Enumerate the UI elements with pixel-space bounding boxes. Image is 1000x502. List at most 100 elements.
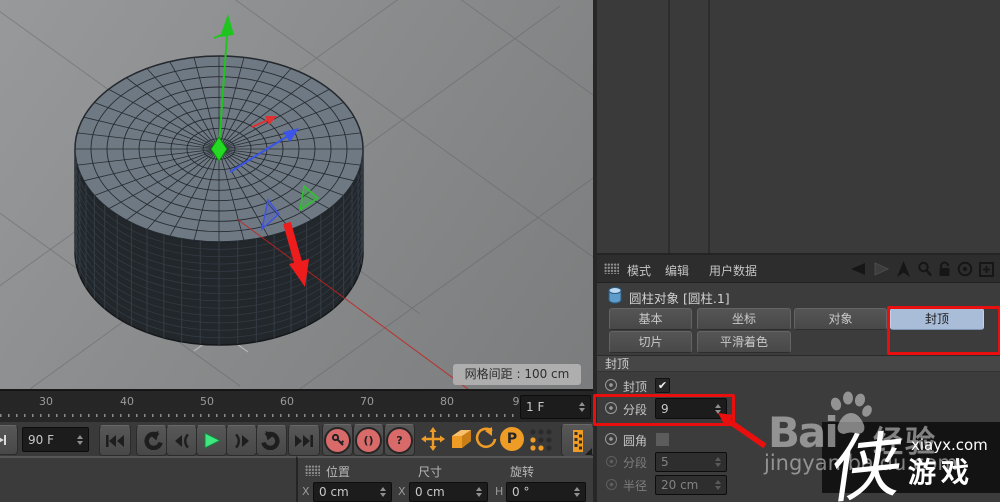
record-parameter-button[interactable]: P bbox=[500, 427, 524, 451]
fillet-segments-anim-dot bbox=[606, 456, 617, 467]
timeline-window-button[interactable] bbox=[561, 424, 594, 457]
fillet-radius-label: 半径 bbox=[623, 479, 648, 493]
fillet-segments-label: 分段 bbox=[623, 456, 648, 470]
lock-icon[interactable] bbox=[938, 261, 951, 277]
rotation-h-stepper[interactable] bbox=[574, 487, 580, 497]
rotation-h-axis: H bbox=[495, 485, 504, 498]
size-header: 尺寸 bbox=[418, 465, 443, 479]
record-position-icon[interactable] bbox=[421, 427, 445, 451]
flyout-corner-icon bbox=[585, 448, 592, 455]
coords-grip-icon[interactable] bbox=[305, 465, 320, 476]
caps-section-header: 封顶 bbox=[597, 355, 1000, 372]
ruler-label: 70 bbox=[360, 395, 374, 408]
position-x-field[interactable]: 0 cm bbox=[313, 482, 392, 502]
play-to-icon bbox=[0, 435, 6, 445]
rotation-header: 旋转 bbox=[510, 465, 535, 479]
end-frame-field[interactable]: 90 F bbox=[22, 427, 89, 452]
position-x-value: 0 cm bbox=[319, 485, 349, 499]
fillet-label: 圆角 bbox=[623, 434, 648, 448]
up-cursor-icon[interactable] bbox=[896, 260, 911, 278]
current-frame-field[interactable]: 1 F bbox=[520, 395, 591, 419]
end-frame-value: 90 F bbox=[28, 432, 54, 447]
current-frame-stepper[interactable] bbox=[579, 402, 585, 412]
om-column-divider bbox=[708, 0, 710, 253]
record-rotation-icon[interactable] bbox=[474, 427, 498, 451]
size-x-field[interactable]: 0 cm bbox=[409, 482, 488, 502]
caps-anim-dot[interactable] bbox=[605, 379, 617, 391]
grid-spacing-label: 网格间距 : 100 cm bbox=[453, 364, 581, 385]
viewport[interactable]: 网格间距 : 100 cm bbox=[0, 0, 594, 391]
size-x-value: 0 cm bbox=[415, 485, 445, 499]
goto-start-button[interactable] bbox=[99, 425, 131, 456]
c4d-window: 网格间距 : 100 cm 模式 编辑 用户数据 圆柱对象 [圆柱.1] 基本 … bbox=[0, 0, 1000, 502]
menu-mode[interactable]: 模式 bbox=[627, 262, 651, 279]
object-manager-panel[interactable] bbox=[597, 0, 1000, 256]
position-x-axis: X bbox=[302, 485, 310, 498]
search-icon[interactable] bbox=[917, 261, 932, 277]
caps-checkbox[interactable]: ✔ bbox=[655, 378, 670, 393]
prev-key-button[interactable] bbox=[136, 425, 167, 456]
prev-frame-button[interactable] bbox=[166, 425, 197, 456]
transport-bar: 90 F () ? P bbox=[0, 422, 594, 457]
tab-basic[interactable]: 基本 bbox=[609, 308, 692, 330]
ruler-label: 80 bbox=[440, 395, 454, 408]
viewport-scene bbox=[0, 0, 594, 390]
filmstrip-icon bbox=[572, 429, 583, 452]
goto-end-button[interactable] bbox=[288, 425, 320, 456]
goto-end-icon bbox=[295, 434, 313, 447]
autokey-icon: () bbox=[355, 426, 382, 454]
position-header: 位置 bbox=[326, 465, 351, 479]
size-x-stepper[interactable] bbox=[476, 487, 482, 497]
object-title: 圆柱对象 [圆柱.1] bbox=[629, 291, 730, 306]
fillet-checkbox[interactable] bbox=[655, 432, 670, 447]
object-title-row: 圆柱对象 [圆柱.1] bbox=[597, 283, 1000, 308]
xia-character-watermark: 侠 bbox=[820, 422, 901, 502]
tab-coord[interactable]: 坐标 bbox=[697, 308, 791, 330]
coordinates-panel: 位置 尺寸 旋转 X 0 cm X 0 cm H 0 ° bbox=[296, 456, 593, 502]
ruler-ticks bbox=[0, 414, 514, 417]
end-frame-stepper[interactable] bbox=[77, 434, 83, 445]
fillet-anim-dot[interactable] bbox=[605, 433, 617, 445]
annotation-arrow-segments bbox=[718, 413, 767, 449]
keyframe-help-button[interactable]: ? bbox=[384, 424, 415, 456]
target-icon[interactable] bbox=[957, 261, 973, 277]
record-keyframe-button[interactable] bbox=[322, 424, 353, 456]
fillet-radius-anim-dot bbox=[606, 479, 617, 490]
current-frame-value: 1 F bbox=[526, 400, 545, 414]
forward-icon[interactable] bbox=[873, 261, 890, 277]
next-key-button[interactable] bbox=[256, 425, 287, 456]
question-icon: ? bbox=[386, 426, 413, 454]
tab-slice[interactable]: 切片 bbox=[609, 331, 692, 353]
size-x-axis: X bbox=[398, 485, 406, 498]
menu-userdata[interactable]: 用户数据 bbox=[709, 262, 757, 279]
games-word-watermark: 游戏 bbox=[908, 456, 975, 489]
attribute-manager-menubar: 模式 编辑 用户数据 bbox=[597, 255, 1000, 283]
autokey-button[interactable]: () bbox=[353, 424, 384, 456]
rotation-h-field[interactable]: 0 ° bbox=[506, 482, 586, 502]
play-icon bbox=[204, 432, 221, 449]
point-level-animation-icon[interactable] bbox=[529, 428, 553, 451]
back-icon[interactable] bbox=[848, 261, 867, 277]
clipped-edge-button[interactable] bbox=[0, 425, 18, 455]
play-button[interactable] bbox=[196, 425, 227, 456]
add-panel-icon[interactable] bbox=[979, 261, 994, 277]
tab-phong[interactable]: 平滑着色(Phong) bbox=[697, 331, 791, 369]
record-scale-icon[interactable] bbox=[449, 428, 473, 451]
position-x-stepper[interactable] bbox=[380, 487, 386, 497]
ruler-label: 40 bbox=[120, 395, 134, 408]
panel-grip-icon[interactable] bbox=[604, 263, 619, 274]
next-frame-button[interactable] bbox=[226, 425, 257, 456]
annotation-box-caps-tab bbox=[887, 306, 1000, 355]
timeline-ruler[interactable]: 30 40 50 60 70 80 9 1 F bbox=[0, 390, 593, 423]
ruler-label: 50 bbox=[200, 395, 214, 408]
cylinder-object-icon bbox=[608, 287, 622, 304]
menu-edit[interactable]: 编辑 bbox=[665, 262, 689, 279]
tab-object[interactable]: 对象 bbox=[794, 308, 887, 330]
next-key-icon bbox=[260, 431, 280, 450]
fillet-radius-field: 20 cm bbox=[655, 475, 727, 495]
rotation-h-value: 0 ° bbox=[512, 485, 530, 499]
caps-label: 封顶 bbox=[623, 380, 648, 394]
fillet-radius-value: 20 cm bbox=[661, 478, 699, 492]
ruler-label: 30 bbox=[39, 395, 53, 408]
prev-frame-icon bbox=[174, 433, 189, 448]
